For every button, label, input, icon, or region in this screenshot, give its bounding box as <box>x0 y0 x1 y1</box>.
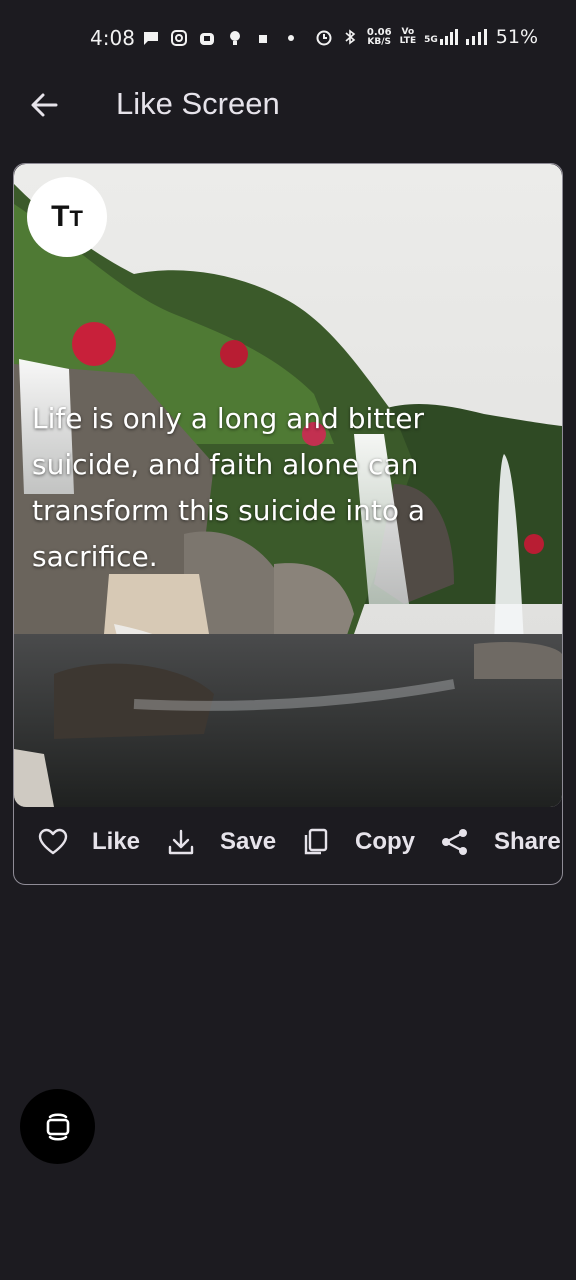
bag-icon <box>200 33 214 45</box>
notification-icons <box>142 29 300 47</box>
signal-5g: 5G <box>424 29 458 45</box>
chat-bubble-icon <box>144 32 158 45</box>
text-format-icon: TT <box>51 200 83 233</box>
share-label: Share <box>494 828 561 855</box>
signal-bars-2-icon <box>465 29 487 45</box>
dot-icon <box>288 35 294 41</box>
screen-rotate-button[interactable] <box>20 1089 95 1164</box>
status-bar: 4:08 0.06 KB/S Vo LTE 5G 51% <box>0 0 576 78</box>
save-label: Save <box>220 828 277 855</box>
like-button[interactable]: Like <box>38 827 140 857</box>
heart-icon <box>38 828 68 855</box>
arrow-back-icon <box>31 93 58 117</box>
save-button[interactable]: Save <box>166 827 276 857</box>
bulb-icon <box>230 31 240 45</box>
copy-button[interactable]: Copy <box>301 827 415 857</box>
page-title: Like Screen <box>116 86 280 121</box>
battery-level: 51% <box>495 26 538 48</box>
screen-rotate-icon <box>46 1112 69 1141</box>
share-icon <box>442 829 467 855</box>
copy-icon <box>304 828 328 855</box>
quote-actions: Like Save Copy Share <box>14 807 562 884</box>
status-time: 4:08 <box>90 26 135 50</box>
background-image: TT Life is only a long and bitter suicid… <box>14 164 562 807</box>
system-status-icons: 0.06 KB/S Vo LTE 5G 51% <box>315 26 538 48</box>
like-label: Like <box>92 828 141 855</box>
signal-bars-icon <box>439 29 458 45</box>
quote-text: Life is only a long and bitter suicide, … <box>32 402 426 573</box>
app-bar: Like Screen <box>0 78 576 132</box>
text-format-button[interactable]: TT <box>27 177 107 257</box>
data-speed: 0.06 KB/S <box>366 26 392 47</box>
share-button[interactable]: Share <box>440 827 561 857</box>
back-button[interactable] <box>28 90 62 120</box>
volte-indicator: Vo LTE <box>399 27 417 46</box>
download-icon <box>168 829 194 855</box>
alarm-icon <box>316 30 332 46</box>
instagram-icon <box>171 30 187 46</box>
calendar-icon <box>259 35 267 43</box>
copy-label: Copy <box>355 828 415 855</box>
bluetooth-icon <box>345 29 356 45</box>
quote-card: TT Life is only a long and bitter suicid… <box>13 163 563 885</box>
